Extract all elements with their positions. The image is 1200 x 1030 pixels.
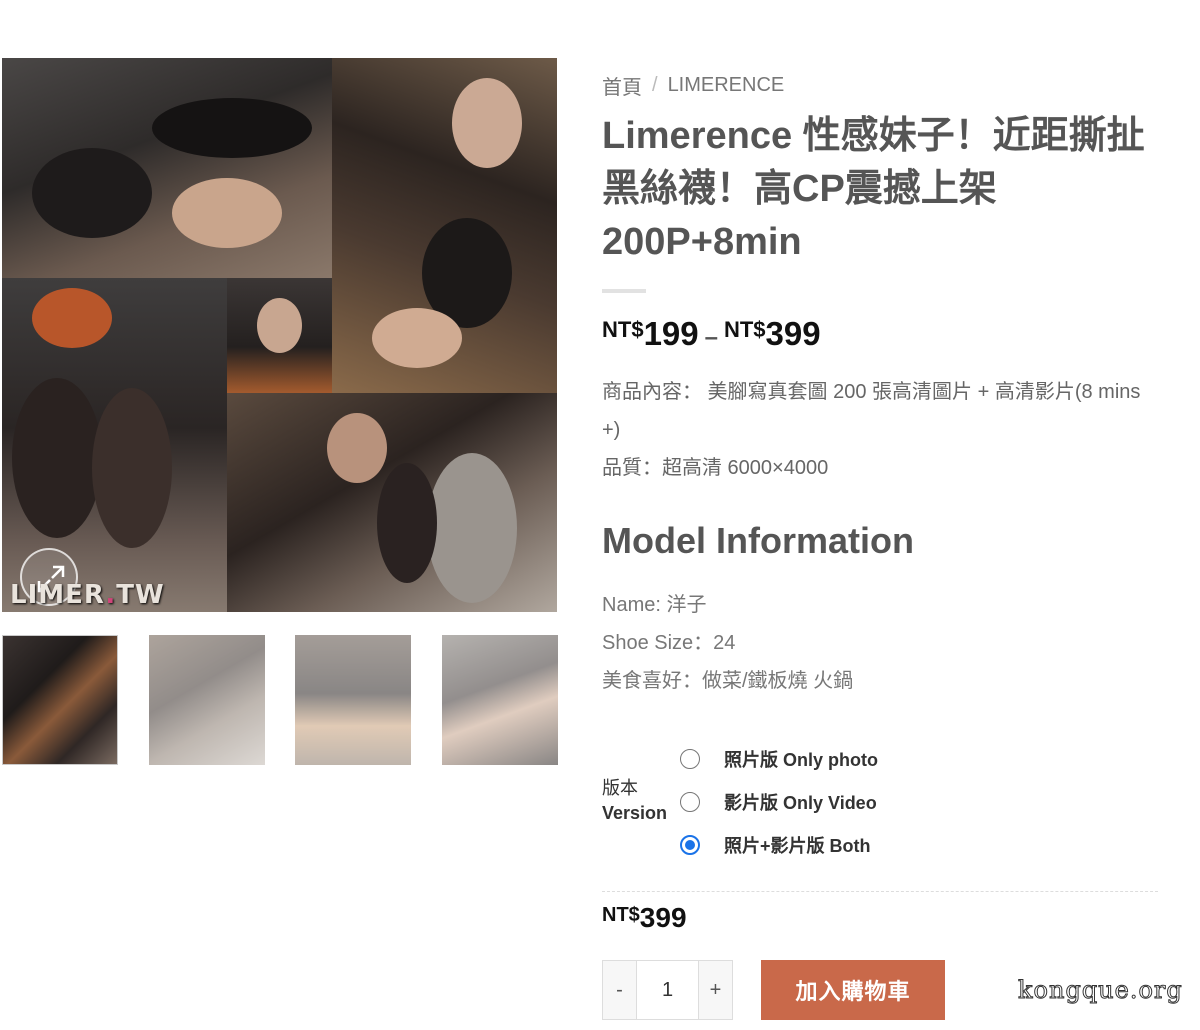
variation-label-cn: 版本 xyxy=(602,778,638,798)
breadcrumb-separator: / xyxy=(652,73,658,96)
price-range: NT$199– NT$399 xyxy=(602,315,821,353)
selected-price-currency: NT$ xyxy=(602,904,640,926)
model-shoe-size: Shoe Size：24 xyxy=(602,632,736,654)
variation-label-en: Version xyxy=(602,803,668,823)
product-title: Limerence 性感妹子！近距撕扯黑絲襪！高CP震撼上架 200P+8min xyxy=(602,115,1145,263)
quantity-stepper: - 1 + xyxy=(602,960,733,1020)
thumbnail-1[interactable] xyxy=(2,635,118,765)
quantity-increase-button[interactable]: + xyxy=(698,960,733,1020)
version-variation-selector: 版本 Version 照片版 Only photo 影片版 Only Video… xyxy=(602,740,1162,860)
collage-panel-portrait xyxy=(227,278,332,393)
thumbnail-2[interactable] xyxy=(149,635,265,765)
version-option-photo-label: 照片版 Only photo xyxy=(724,750,878,770)
description-content-line: 商品內容： 美腳寫真套圖 200 張高清圖片 + 高清影片(8 mins +) xyxy=(602,381,1141,441)
thumbnail-3[interactable] xyxy=(295,635,411,765)
quantity-decrease-button[interactable]: - xyxy=(602,960,637,1020)
thumbnail-4[interactable] xyxy=(442,635,558,765)
model-name: Name: 洋子 xyxy=(602,594,707,616)
model-food-hobby: 美食喜好：做菜/鐵板燒 火鍋 xyxy=(602,670,854,692)
radio-both[interactable] xyxy=(680,835,700,855)
product-short-description: 商品內容： 美腳寫真套圖 200 張高清圖片 + 高清影片(8 mins +) … xyxy=(602,373,1142,487)
model-information-list: Name: 洋子 Shoe Size：24 美食喜好：做菜/鐵板燒 火鍋 xyxy=(602,586,853,700)
price-min-currency: NT$ xyxy=(602,317,644,342)
model-information-heading: Model Information xyxy=(602,520,914,561)
price-max-amount: 399 xyxy=(765,315,821,352)
selected-variation-price: NT$399 xyxy=(602,902,687,934)
breadcrumb: 首頁 / LIMERENCE xyxy=(602,70,1162,100)
product-summary: 首頁 / LIMERENCE Limerence 性感妹子！近距撕扯黑絲襪！高C… xyxy=(602,70,1162,1020)
version-option-video[interactable]: 影片版 Only Video xyxy=(680,789,877,815)
site-watermark: kongque.org xyxy=(1018,976,1183,1005)
description-quality-line: 品質：超高清 6000×4000 xyxy=(602,457,829,479)
version-option-both-label: 照片+影片版 Both xyxy=(724,836,871,856)
limer-watermark-logo: LIMER.TW xyxy=(10,580,165,610)
variation-divider xyxy=(602,891,1158,892)
radio-video[interactable] xyxy=(680,792,700,812)
variation-label: 版本 Version xyxy=(602,776,667,826)
breadcrumb-category-link[interactable]: LIMERENCE xyxy=(668,74,785,97)
selected-price-amount: 399 xyxy=(639,902,687,933)
title-divider xyxy=(602,289,646,293)
price-max-currency: NT$ xyxy=(723,317,766,342)
version-option-video-label: 影片版 Only Video xyxy=(724,793,877,813)
product-main-image[interactable]: LIMER.TW xyxy=(2,58,557,612)
version-option-both[interactable]: 照片+影片版 Both xyxy=(680,832,871,858)
thumbnail-strip xyxy=(2,635,558,765)
price-min-amount: 199 xyxy=(643,315,699,352)
add-to-cart-button[interactable]: 加入購物車 xyxy=(761,960,945,1020)
version-option-photo[interactable]: 照片版 Only photo xyxy=(680,746,878,772)
breadcrumb-home-link[interactable]: 首頁 xyxy=(602,71,642,100)
collage-panel-feet xyxy=(2,58,332,278)
quantity-input[interactable]: 1 xyxy=(637,960,698,1020)
collage-panel-model-sitting xyxy=(332,58,557,393)
price-range-separator: – xyxy=(704,324,718,351)
radio-photo[interactable] xyxy=(680,749,700,769)
collage-panel-sneaker xyxy=(227,393,557,612)
